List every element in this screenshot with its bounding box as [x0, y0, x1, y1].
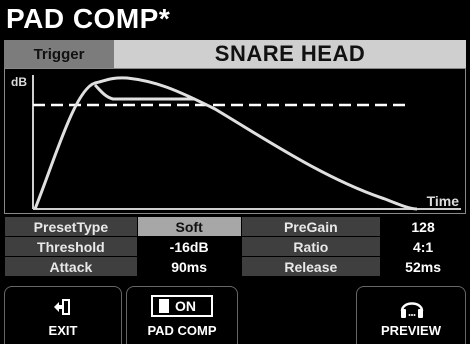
preset-type-label: PresetType	[4, 216, 138, 237]
x-axis-label: Time	[426, 193, 459, 209]
release-value[interactable]: 52ms	[380, 256, 466, 277]
threshold-label: Threshold	[4, 236, 138, 257]
headphones-icon	[400, 302, 424, 318]
uncompressed-curve	[33, 76, 418, 211]
attack-label: Attack	[4, 256, 138, 277]
threshold-value[interactable]: -16dB	[136, 236, 242, 257]
parameter-table: PresetType Soft PreGain 128 Threshold -1…	[4, 216, 466, 277]
attack-value[interactable]: 90ms	[136, 256, 242, 277]
parameter-row: Threshold -16dB Ratio 4:1	[4, 236, 466, 257]
preset-type-value[interactable]: Soft	[136, 216, 242, 237]
trigger-name[interactable]: SNARE HEAD	[114, 40, 466, 68]
compressor-curve-plot	[32, 75, 461, 211]
on-indicator-text: ON	[175, 298, 196, 314]
parameter-row: PresetType Soft PreGain 128	[4, 216, 466, 237]
pad-comp-label: PAD COMP	[147, 323, 217, 338]
pregain-label: PreGain	[240, 216, 382, 237]
trigger-bar: Trigger SNARE HEAD	[4, 40, 466, 68]
trigger-label: Trigger	[4, 40, 114, 68]
pad-comp-toggle[interactable]: ON PAD COMP	[126, 286, 238, 344]
exit-arrow-icon	[54, 299, 70, 315]
release-label: Release	[240, 256, 382, 277]
ratio-label: Ratio	[240, 236, 382, 257]
y-axis-label: dB	[11, 75, 27, 89]
ratio-value[interactable]: 4:1	[380, 236, 466, 257]
parameter-row: Attack 90ms Release 52ms	[4, 256, 466, 277]
pregain-value[interactable]: 128	[380, 216, 466, 237]
exit-button[interactable]: EXIT	[4, 286, 122, 344]
on-indicator-block	[159, 299, 169, 313]
exit-label: EXIT	[48, 323, 78, 338]
empty-softkey	[242, 286, 352, 344]
on-indicator: ON	[151, 295, 213, 317]
softkey-bar: EXIT ON PAD COMP PREVIEW	[4, 282, 466, 344]
preview-label: PREVIEW	[381, 323, 441, 338]
compressor-graph: dB Time	[4, 68, 466, 214]
preview-button[interactable]: PREVIEW	[356, 286, 466, 344]
page-title: PAD COMP*	[6, 3, 171, 34]
